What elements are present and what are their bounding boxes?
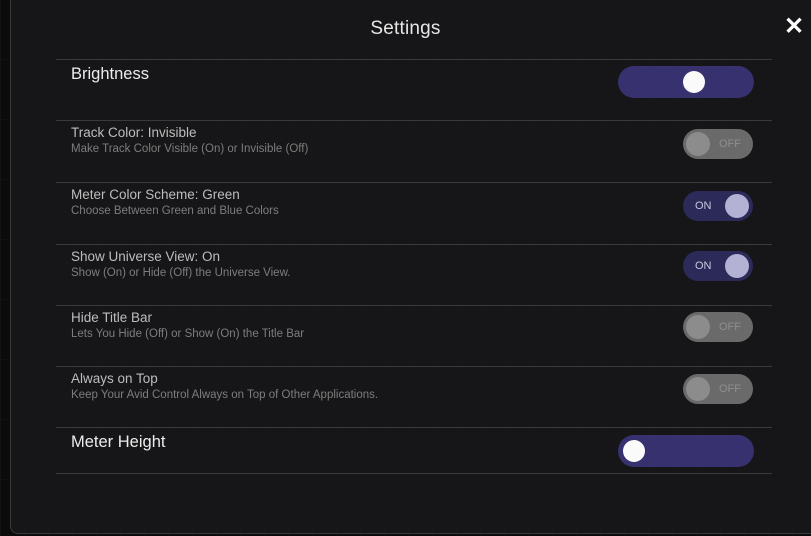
track-color-toggle[interactable]: OFF bbox=[683, 129, 753, 159]
toggle-knob bbox=[686, 132, 710, 156]
meter-height-row: Meter Height bbox=[56, 427, 772, 473]
setting-row-meter-color: Meter Color Scheme: Green Choose Between… bbox=[56, 182, 772, 244]
setting-title: Always on Top bbox=[71, 371, 158, 386]
setting-title: Hide Title Bar bbox=[71, 310, 153, 325]
setting-description: Choose Between Green and Blue Colors bbox=[71, 205, 279, 217]
toggle-state-label: OFF bbox=[719, 138, 741, 150]
divider bbox=[56, 473, 772, 474]
toggle-knob bbox=[725, 194, 749, 218]
brightness-slider-knob[interactable] bbox=[683, 71, 706, 93]
setting-title: Meter Color Scheme: Green bbox=[71, 187, 240, 202]
setting-description: Make Track Color Visible (On) or Invisib… bbox=[71, 143, 309, 155]
toggle-knob bbox=[725, 254, 749, 278]
brightness-label: Brightness bbox=[71, 65, 149, 83]
setting-description: Keep Your Avid Control Always on Top of … bbox=[71, 389, 379, 401]
meter-color-toggle[interactable]: ON bbox=[683, 191, 753, 221]
setting-title: Track Color: Invisible bbox=[71, 125, 197, 140]
brightness-slider[interactable] bbox=[618, 66, 754, 98]
close-icon[interactable]: ✕ bbox=[783, 14, 805, 40]
toggle-knob bbox=[686, 315, 710, 339]
toggle-state-label: ON bbox=[695, 260, 712, 272]
toggle-state-label: ON bbox=[695, 200, 712, 212]
meter-height-label: Meter Height bbox=[71, 433, 166, 451]
toggle-state-label: OFF bbox=[719, 383, 741, 395]
setting-row-always-on-top: Always on Top Keep Your Avid Control Alw… bbox=[56, 366, 772, 428]
hide-title-bar-toggle[interactable]: OFF bbox=[683, 312, 753, 342]
setting-description: Lets You Hide (Off) or Show (On) the Tit… bbox=[71, 328, 305, 340]
setting-row-hide-title-bar: Hide Title Bar Lets You Hide (Off) or Sh… bbox=[56, 305, 772, 367]
setting-description: Show (On) or Hide (Off) the Universe Vie… bbox=[71, 267, 291, 279]
universe-view-toggle[interactable]: ON bbox=[683, 251, 753, 281]
brightness-row: Brightness bbox=[56, 59, 772, 104]
setting-row-universe-view: Show Universe View: On Show (On) or Hide… bbox=[56, 244, 772, 306]
toggle-state-label: OFF bbox=[719, 321, 741, 333]
setting-row-track-color: Track Color: Invisible Make Track Color … bbox=[56, 120, 772, 182]
toggle-knob bbox=[686, 377, 710, 401]
always-on-top-toggle[interactable]: OFF bbox=[683, 374, 753, 404]
setting-title: Show Universe View: On bbox=[71, 249, 221, 264]
meter-height-slider[interactable] bbox=[618, 435, 754, 467]
meter-height-slider-knob[interactable] bbox=[623, 440, 645, 462]
page-title: Settings bbox=[370, 18, 441, 39]
